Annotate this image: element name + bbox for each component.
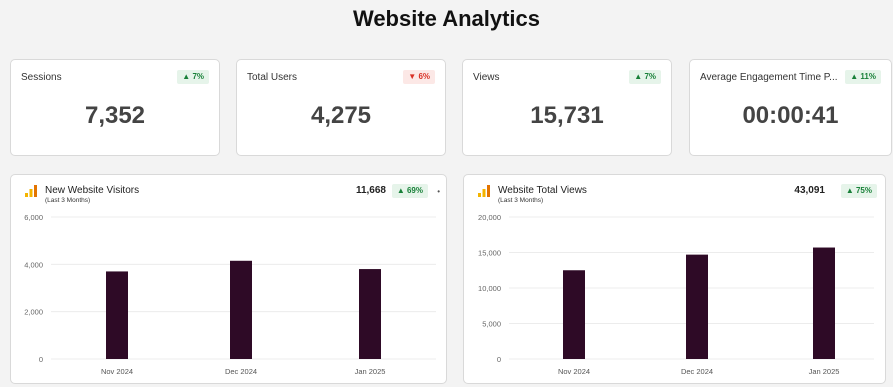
kpi-value: 7,352 xyxy=(84,102,146,129)
bar-chart-new-visitors: 0 2,000 4,000 6,000 Nov 2024 Dec 2024 Jan 2025 xyxy=(24,213,436,376)
y-tick-label: 0 xyxy=(497,355,501,364)
x-tick-label: Jan 2025 xyxy=(809,367,840,376)
kpi-card-views[interactable]: Views ▲ 7% 15,731 xyxy=(462,59,672,156)
bar-chart-total-views: 0 5,000 10,000 15,000 20,000 Nov 2024 Dec 2024… xyxy=(478,213,874,376)
arrow-up-icon: ▲ xyxy=(850,72,859,81)
chart-panel-total-views[interactable]: Website Total Views (Last 3 Months) 43,0… xyxy=(463,174,886,384)
page-title: Website Analytics xyxy=(352,6,541,31)
x-tick-label: Dec 2024 xyxy=(225,367,257,376)
x-tick-label: Nov 2024 xyxy=(558,367,590,376)
x-tick-label: Nov 2024 xyxy=(101,367,133,376)
kpi-value: 4,275 xyxy=(310,102,372,129)
bar-jan-2025 xyxy=(813,247,835,359)
kpi-value: 15,731 xyxy=(530,102,604,129)
y-tick-label: 6,000 xyxy=(24,213,43,222)
kpi-card-sessions[interactable]: Sessions ▲ 7% 7,352 xyxy=(10,59,220,156)
kpi-card-avg-engagement[interactable]: Average Engagement Time P... ▲ 11% 00:00… xyxy=(689,59,892,156)
kpi-label: Sessions xyxy=(21,72,62,83)
y-tick-label: 10,000 xyxy=(478,284,501,293)
arrow-down-icon: ▼ xyxy=(408,72,417,81)
change-badge: ▲ 11% xyxy=(845,70,881,84)
kpi-label: Views xyxy=(473,72,500,83)
y-tick-label: 20,000 xyxy=(478,213,501,222)
x-tick-label: Dec 2024 xyxy=(681,367,713,376)
y-tick-label: 5,000 xyxy=(482,320,501,329)
kpi-label: Average Engagement Time P... xyxy=(700,72,838,83)
kpi-card-total-users[interactable]: Total Users ▼ 6% 4,275 xyxy=(236,59,446,156)
bar-nov-2024 xyxy=(106,271,128,359)
change-badge: ▲ 7% xyxy=(629,70,661,84)
bar-dec-2024 xyxy=(686,254,708,359)
y-tick-label: 2,000 xyxy=(24,308,43,317)
bar-nov-2024 xyxy=(563,270,585,359)
bar-jan-2025 xyxy=(359,269,381,359)
x-tick-label: Jan 2025 xyxy=(355,367,386,376)
y-tick-label: 4,000 xyxy=(24,260,43,269)
y-tick-label: 15,000 xyxy=(478,249,501,258)
y-tick-label: 0 xyxy=(39,355,43,364)
kpi-label: Total Users xyxy=(247,72,298,83)
bar-dec-2024 xyxy=(230,260,252,359)
arrow-up-icon: ▲ xyxy=(182,72,191,81)
change-badge: ▼ 6% xyxy=(403,70,435,84)
change-badge: ▲ 7% xyxy=(177,70,209,84)
kpi-value: 00:00:41 xyxy=(742,102,839,129)
chart-panel-new-visitors[interactable]: New Website Visitors (Last 3 Months) 11,… xyxy=(10,174,447,384)
arrow-up-icon: ▲ xyxy=(634,72,643,81)
